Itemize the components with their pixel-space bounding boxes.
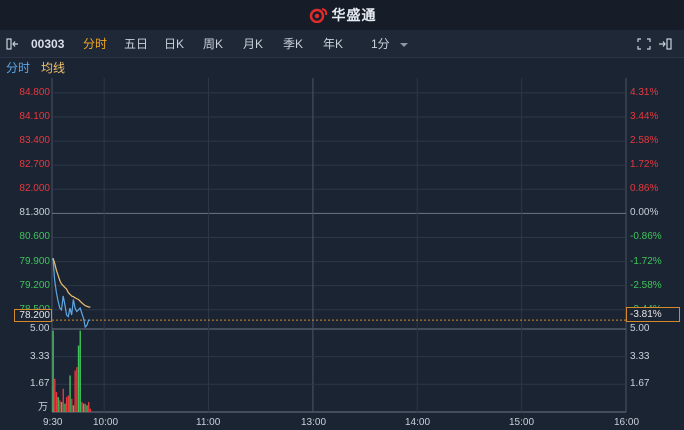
volume-unit: 万 xyxy=(38,402,48,413)
x-tick: 13:00 xyxy=(301,417,327,428)
volume-bar xyxy=(72,405,75,412)
volume-bar xyxy=(76,367,78,412)
volume-bar xyxy=(55,392,58,412)
volume-tick: 3.33 xyxy=(30,351,50,362)
logo-icon xyxy=(309,8,327,23)
volume-bar xyxy=(52,330,54,412)
price-tick: 82.000 xyxy=(19,183,50,195)
volume-bar xyxy=(81,402,83,412)
app-window: 华盛通 00303 分时 五日 日K 周K 月K 季K 年K 1分 分时 均线 … xyxy=(0,0,684,430)
volume-bar xyxy=(86,405,88,412)
price-tick: 84.800 xyxy=(19,86,50,98)
price-tick: 82.700 xyxy=(19,159,50,171)
percent-tick: 0.00% xyxy=(630,207,659,219)
volume-bar xyxy=(57,397,59,412)
price-tick: 80.600 xyxy=(19,231,50,243)
volume-tick: 3.33 xyxy=(630,351,650,362)
last-change-tag: -3.81% xyxy=(626,307,680,322)
percent-tick: 4.31% xyxy=(630,86,659,98)
price-tick: 84.100 xyxy=(19,110,50,122)
app-name: 华盛通 xyxy=(331,8,377,24)
volume-bar xyxy=(77,345,80,412)
percent-tick: -1.72% xyxy=(630,255,662,267)
x-tick: 14:00 xyxy=(405,417,431,428)
volume-tick: 1.67 xyxy=(30,378,50,389)
collapse-right-icon[interactable] xyxy=(658,38,672,50)
tab-weekly-k[interactable]: 周K xyxy=(203,30,223,58)
legend-price[interactable]: 分时 xyxy=(6,61,30,75)
price-tick: 83.400 xyxy=(19,135,50,147)
tab-five-day[interactable]: 五日 xyxy=(124,30,148,58)
percent-tick: 3.44% xyxy=(630,110,659,122)
interval-dropdown[interactable]: 1分 xyxy=(371,30,409,58)
price-line xyxy=(52,258,91,329)
volume-bar xyxy=(64,403,66,412)
price-tick: 79.200 xyxy=(19,279,50,291)
x-tick: 10:00 xyxy=(93,417,119,428)
percent-tick: 1.72% xyxy=(630,159,659,171)
x-tick: 16:00 xyxy=(614,417,640,428)
volume-tick: 1.67 xyxy=(630,378,650,389)
tab-yearly-k[interactable]: 年K xyxy=(323,30,343,58)
volume-bar xyxy=(74,370,76,412)
volume-bar xyxy=(65,397,68,412)
volume-bar xyxy=(60,402,63,412)
tab-quarterly-k[interactable]: 季K xyxy=(283,30,303,58)
volume-tick: 5.00 xyxy=(630,323,650,334)
tab-intraday[interactable]: 分时 xyxy=(83,30,107,58)
volume-bar xyxy=(62,388,64,412)
tab-daily-k[interactable]: 日K xyxy=(164,30,184,58)
percent-tick: 0.86% xyxy=(630,183,659,195)
fullscreen-icon[interactable] xyxy=(637,38,651,50)
percent-tick: 2.58% xyxy=(630,135,659,147)
collapse-left-icon[interactable] xyxy=(6,38,20,50)
chevron-down-icon xyxy=(400,42,409,47)
price-tick: 79.900 xyxy=(19,255,50,267)
volume-bar xyxy=(79,330,81,412)
volume-bar xyxy=(88,402,90,412)
volume-bar xyxy=(59,400,61,412)
app-header: 华盛通 xyxy=(0,0,684,30)
x-tick: 9:30 xyxy=(43,417,63,428)
volume-bar xyxy=(89,408,92,412)
chart-canvas xyxy=(51,78,627,413)
interval-value: 1分 xyxy=(371,37,390,51)
percent-tick: -2.58% xyxy=(630,279,662,291)
volume-bar xyxy=(84,403,87,412)
logo: 华盛通 xyxy=(308,5,377,25)
stock-code[interactable]: 00303 xyxy=(31,30,64,58)
volume-bar xyxy=(67,395,70,412)
volume-bar xyxy=(69,375,71,412)
x-tick: 15:00 xyxy=(509,417,535,428)
volume-tick: 5.00 xyxy=(30,323,50,334)
percent-tick: -0.86% xyxy=(630,231,662,243)
volume-bar xyxy=(71,398,73,412)
average-line xyxy=(52,257,91,308)
x-tick: 11:00 xyxy=(196,417,221,428)
indicator-bar: 分时 均线 xyxy=(0,58,684,78)
legend-average[interactable]: 均线 xyxy=(41,61,65,75)
price-tick: 81.300 xyxy=(19,207,50,219)
volume-bar xyxy=(54,378,56,412)
volume-bar xyxy=(82,403,85,412)
intraday-chart[interactable]: 84.800 84.100 83.400 82.700 82.000 81.300 80.6… xyxy=(0,78,684,430)
last-price-tag: 78.200 xyxy=(14,309,52,322)
chart-toolbar: 00303 分时 五日 日K 周K 月K 季K 年K 1分 xyxy=(0,30,684,58)
tab-monthly-k[interactable]: 月K xyxy=(243,30,263,58)
